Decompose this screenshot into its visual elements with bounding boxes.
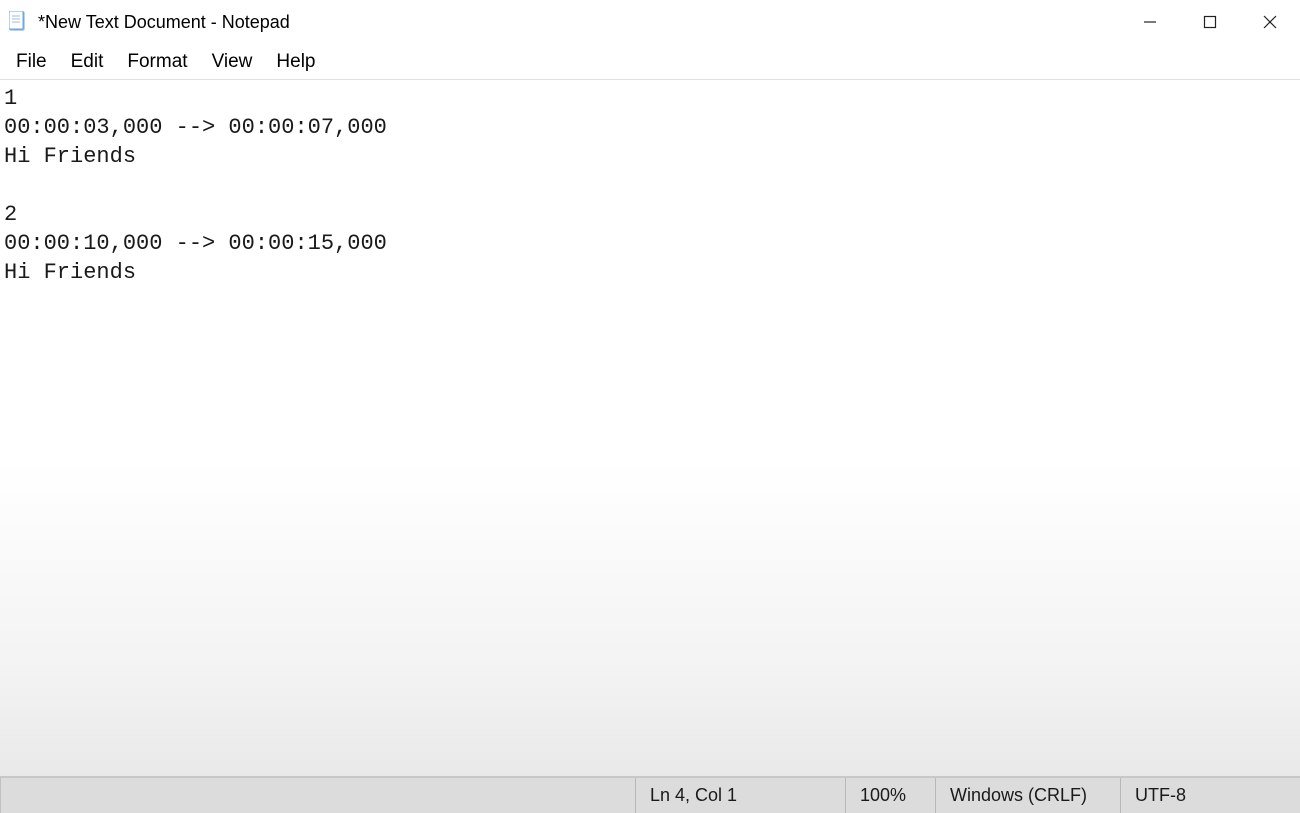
close-button[interactable] (1240, 0, 1300, 44)
text-editor[interactable]: 1 00:00:03,000 --> 00:00:07,000 Hi Frien… (0, 80, 1300, 776)
menu-view[interactable]: View (200, 47, 265, 77)
close-icon (1263, 15, 1277, 29)
minimize-button[interactable] (1120, 0, 1180, 44)
menu-format[interactable]: Format (115, 47, 199, 77)
status-spacer (0, 778, 635, 813)
menubar: File Edit Format View Help (0, 44, 1300, 80)
menu-help[interactable]: Help (264, 47, 327, 77)
window-controls (1120, 0, 1300, 44)
status-position: Ln 4, Col 1 (635, 778, 845, 813)
text-area-container: 1 00:00:03,000 --> 00:00:07,000 Hi Frien… (0, 80, 1300, 776)
notepad-icon (8, 10, 28, 34)
window-title: *New Text Document - Notepad (38, 12, 1120, 33)
maximize-icon (1203, 15, 1217, 29)
status-encoding: UTF-8 (1120, 778, 1300, 813)
status-zoom: 100% (845, 778, 935, 813)
status-line-ending: Windows (CRLF) (935, 778, 1120, 813)
menu-edit[interactable]: Edit (59, 47, 116, 77)
maximize-button[interactable] (1180, 0, 1240, 44)
statusbar: Ln 4, Col 1 100% Windows (CRLF) UTF-8 (0, 776, 1300, 813)
minimize-icon (1143, 15, 1157, 29)
titlebar: *New Text Document - Notepad (0, 0, 1300, 44)
menu-file[interactable]: File (4, 47, 59, 77)
